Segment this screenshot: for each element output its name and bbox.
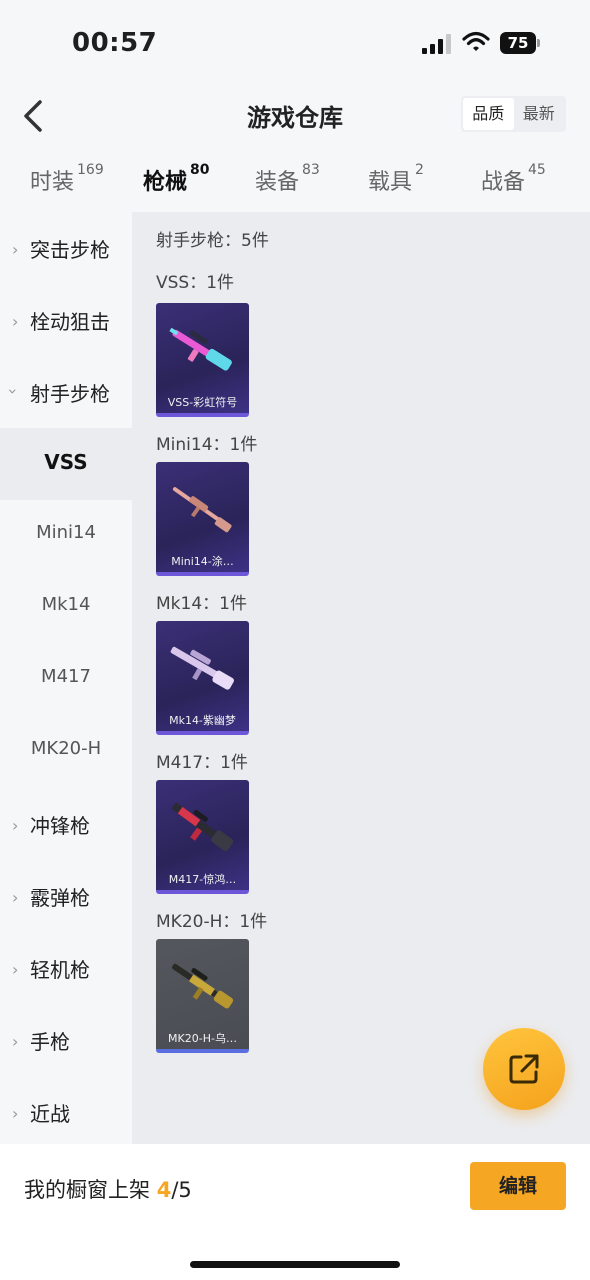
sidebar-subitem-label: M417 <box>41 666 91 687</box>
showcase-total: /5 <box>171 1178 192 1202</box>
skin-card-name: MK20-H-乌… <box>168 1032 237 1045</box>
share-button[interactable] <box>483 1028 565 1110</box>
sidebar-item-assault-rifle[interactable]: › 突击步枪 <box>0 212 132 284</box>
rifle-icon <box>170 646 234 690</box>
share-external-icon <box>509 1054 539 1084</box>
signal-icon <box>422 34 452 54</box>
showcase-status: 我的橱窗上架 4/5 <box>24 1174 192 1204</box>
sidebar-item-label: 冲锋枪 <box>30 814 90 838</box>
sort-toggle: 品质 最新 <box>461 96 566 132</box>
sidebar-item-label: 近战 <box>30 1102 70 1126</box>
tab-vehicles[interactable]: 载具 2 <box>368 162 424 196</box>
sidebar-item-label: 栓动狙击 <box>30 310 110 334</box>
sidebar-item-label: 轻机枪 <box>30 958 90 982</box>
sidebar-subitem-label: VSS <box>44 450 88 474</box>
tab-label: 载具 <box>368 170 413 195</box>
home-indicator[interactable] <box>190 1261 400 1268</box>
tab-count: 169 <box>77 162 104 178</box>
rifle-icon <box>172 487 232 533</box>
chevron-right-icon: › <box>12 960 19 979</box>
skin-card-mk20h[interactable]: MK20-H-乌… <box>156 939 249 1053</box>
chevron-right-icon: › <box>12 240 19 259</box>
showcase-count: 4 <box>156 1178 172 1202</box>
status-bar: 00:57 75 <box>0 0 590 88</box>
status-time: 00:57 <box>72 28 158 58</box>
tab-count: 83 <box>302 162 320 178</box>
tab-count: 2 <box>415 162 424 178</box>
chevron-down-icon: › <box>3 388 23 395</box>
sort-option-quality[interactable]: 品质 <box>463 98 514 130</box>
sidebar-subitem-label: Mk14 <box>41 594 91 615</box>
skin-card-name: Mk14-紫幽梦 <box>169 714 236 727</box>
tab-count: 80 <box>190 162 210 178</box>
weapon-category-sidebar: › 突击步枪 › 栓动狙击 › 射手步枪 VSS Mini14 Mk14 M41… <box>0 212 132 1144</box>
skin-card-mini14[interactable]: Mini14-涂… <box>156 462 249 576</box>
sidebar-item-shotgun[interactable]: › 霰弹枪 <box>0 860 132 932</box>
skin-card-vss[interactable]: VSS-彩虹符号 <box>156 303 249 417</box>
tab-supplies[interactable]: 战备 45 <box>481 162 546 196</box>
battery-icon: 75 <box>500 32 540 54</box>
wifi-icon <box>462 30 490 54</box>
sidebar-item-marksman-rifle[interactable]: › 射手步枪 <box>0 356 132 428</box>
skin-card-name: VSS-彩虹符号 <box>167 396 238 409</box>
tab-guns[interactable]: 枪械 80 <box>143 162 210 216</box>
sidebar-subitem-m417[interactable]: M417 <box>0 644 132 716</box>
sidebar-item-label: 手枪 <box>30 1030 70 1054</box>
tab-label: 装备 <box>255 170 300 195</box>
group-header: Mk14：1件 <box>156 594 247 614</box>
edit-button[interactable]: 编辑 <box>470 1162 566 1210</box>
sidebar-subitem-label: Mini14 <box>36 522 96 543</box>
tab-label: 战备 <box>481 170 526 195</box>
sidebar-subitem-mk20h[interactable]: MK20-H <box>0 716 132 788</box>
category-summary: 射手步枪：5件 <box>156 231 269 251</box>
chevron-right-icon: › <box>12 1104 19 1123</box>
sidebar-item-pistol[interactable]: › 手枪 <box>0 1004 132 1076</box>
sidebar-subitem-vss[interactable]: VSS <box>0 428 132 500</box>
rifle-icon <box>171 963 234 1009</box>
battery-level: 75 <box>500 32 536 54</box>
sidebar-subitem-mk14[interactable]: Mk14 <box>0 572 132 644</box>
nav-bar: 游戏仓库 品质 最新 <box>0 88 590 144</box>
tab-label: 时装 <box>30 170 75 195</box>
sidebar-item-label: 霰弹枪 <box>30 886 90 910</box>
tab-equipment[interactable]: 装备 83 <box>255 162 320 196</box>
sidebar-item-label: 突击步枪 <box>30 238 110 262</box>
rifle-icon <box>172 803 234 852</box>
rainbow-rifle-icon <box>169 327 232 371</box>
skin-card-name: M417-惊鸿… <box>168 873 237 886</box>
skin-card-mk14[interactable]: Mk14-紫幽梦 <box>156 621 249 735</box>
group-header: MK20-H：1件 <box>156 912 268 932</box>
showcase-label: 我的橱窗上架 <box>24 1178 150 1202</box>
bottom-bar: 我的橱窗上架 4/5 编辑 <box>0 1144 590 1280</box>
sidebar-item-melee[interactable]: › 近战 <box>0 1076 132 1148</box>
skin-card-m417[interactable]: M417-惊鸿… <box>156 780 249 894</box>
group-header: VSS：1件 <box>156 273 235 293</box>
chevron-right-icon: › <box>12 1032 19 1051</box>
group-header: M417：1件 <box>156 753 248 773</box>
skin-card-name: Mini14-涂… <box>171 555 234 568</box>
tab-label: 枪械 <box>143 170 188 195</box>
sidebar-item-bolt-sniper[interactable]: › 栓动狙击 <box>0 284 132 356</box>
tab-count: 45 <box>528 162 546 178</box>
chevron-right-icon: › <box>12 816 19 835</box>
chevron-right-icon: › <box>12 312 19 331</box>
group-header: Mini14：1件 <box>156 435 258 455</box>
sort-option-latest[interactable]: 最新 <box>514 98 565 130</box>
tab-fashion[interactable]: 时装 169 <box>30 162 104 196</box>
category-tabs: 时装 169 枪械 80 装备 83 载具 2 战备 45 <box>0 150 590 216</box>
sidebar-item-lmg[interactable]: › 轻机枪 <box>0 932 132 1004</box>
sidebar-item-smg[interactable]: › 冲锋枪 <box>0 788 132 860</box>
sidebar-subitem-label: MK20-H <box>30 738 102 759</box>
weapon-skin-list: 射手步枪：5件 VSS：1件 VSS-彩虹符号 Mini14：1件 Mini14… <box>132 212 590 1144</box>
sidebar-item-label: 射手步枪 <box>30 382 110 406</box>
chevron-right-icon: › <box>12 888 19 907</box>
sidebar-subitem-mini14[interactable]: Mini14 <box>0 500 132 572</box>
